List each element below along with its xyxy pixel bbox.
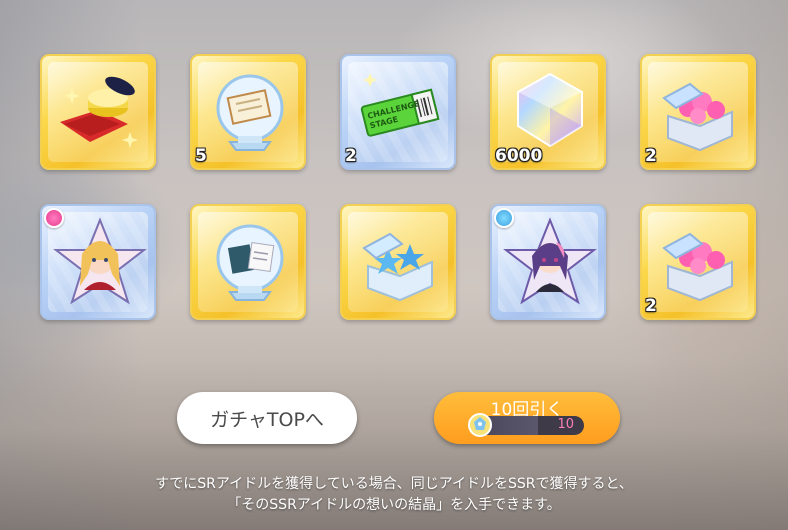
reward-card-idol-blonde[interactable] <box>40 204 156 320</box>
notice-line-1: すでにSRアイドルを獲得している場合、同じアイドルをSSRで獲得すると、 <box>155 476 633 492</box>
notice-text: すでにSRアイドルを獲得している場合、同じアイドルをSSRで獲得すると、 「その… <box>0 474 788 516</box>
reward-card-pink-gift[interactable]: 2 <box>640 54 756 170</box>
idol-star-card-icon <box>53 217 147 305</box>
reward-card-blue-gift[interactable] <box>340 204 456 320</box>
item-count: 2 <box>345 146 357 166</box>
pink-gift-box-icon <box>662 82 733 152</box>
reward-card-idol-pink[interactable] <box>490 204 606 320</box>
reward-card-book-globe[interactable] <box>190 204 306 320</box>
challenge-ticket-icon: CHALLENGE STAGE <box>360 73 440 137</box>
draw-ten-button[interactable]: 10回引く 10 <box>434 392 620 444</box>
gacha-currency-icon <box>468 413 492 437</box>
attribute-badge <box>494 208 514 228</box>
reward-card-costume-kit[interactable] <box>40 54 156 170</box>
item-count: 6000 <box>495 146 543 166</box>
reward-card-challenge-ticket[interactable]: CHALLENGE STAGE 2 <box>340 54 456 170</box>
item-count: 2 <box>645 296 657 316</box>
item-count: 2 <box>645 146 657 166</box>
reward-card-scroll-globe[interactable]: 5 <box>190 54 306 170</box>
reward-card-pink-gift[interactable]: 2 <box>640 204 756 320</box>
blue-gift-box-icon <box>362 232 433 302</box>
item-count: 5 <box>195 146 207 166</box>
attribute-badge <box>44 208 64 228</box>
snow-globe-book-icon <box>216 224 284 301</box>
pink-gift-box-icon <box>662 232 733 302</box>
notice-line-2: 「そのSSRアイドルの想いの結晶」を入手できます。 <box>227 497 561 513</box>
idol-star-card-icon <box>503 217 597 305</box>
costume-kit-icon <box>60 76 138 148</box>
gacha-cost-value: 10 <box>557 417 574 432</box>
gacha-top-button[interactable]: ガチャTOPへ <box>177 392 357 444</box>
reward-card-crystal[interactable]: 6000 <box>490 54 606 170</box>
snow-globe-scroll-icon <box>216 74 284 151</box>
